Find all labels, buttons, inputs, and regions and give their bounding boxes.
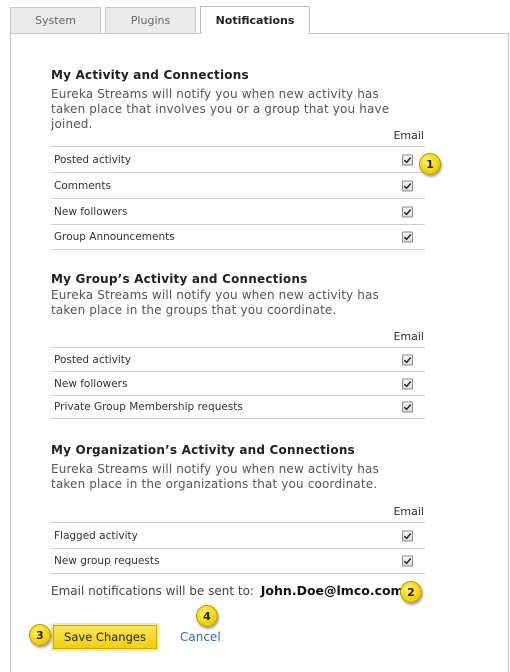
email-column-header: Email: [393, 129, 424, 142]
table-row: Comments: [51, 172, 425, 198]
save-changes-button[interactable]: Save Changes: [53, 625, 157, 649]
row-label: Private Group Membership requests: [54, 401, 243, 413]
callout-marker: 1: [419, 153, 441, 175]
section-description-org-activity: Eureka Streams will notify you when new …: [51, 462, 379, 491]
tab-plugins[interactable]: Plugins: [105, 7, 196, 33]
table-row: New group requests: [51, 548, 425, 574]
email-checkbox[interactable]: [402, 231, 413, 243]
email-column-header: Email: [393, 505, 424, 518]
email-checkbox[interactable]: [402, 378, 413, 389]
email-address: John.Doe@lmco.com: [260, 583, 404, 598]
section-title-my-activity: My Activity and Connections: [51, 68, 249, 82]
checkmark-icon: [403, 404, 412, 411]
email-checkbox[interactable]: [402, 180, 413, 191]
email-column-header: Email: [393, 330, 424, 343]
section-title-org-activity: My Organization’s Activity and Connectio…: [51, 443, 355, 457]
group-activity-table: Posted activity New followers Private Gr…: [51, 347, 425, 419]
email-checkbox[interactable]: [402, 401, 413, 413]
row-label: Comments: [54, 179, 111, 192]
checkmark-icon: [403, 156, 412, 163]
row-label: New followers: [54, 377, 128, 390]
row-label: Posted activity: [54, 353, 132, 366]
email-checkbox[interactable]: [402, 555, 413, 567]
tab-system[interactable]: System: [10, 7, 101, 33]
tab-notifications[interactable]: Notifications: [200, 6, 310, 34]
table-row: Private Group Membership requests: [51, 395, 425, 419]
row-label: Flagged activity: [54, 529, 138, 542]
row-label: Group Announcements: [54, 231, 175, 243]
checkmark-icon: [403, 208, 412, 215]
checkmark-icon: [403, 182, 412, 189]
row-label: New followers: [54, 205, 128, 218]
cancel-link[interactable]: Cancel: [180, 630, 221, 644]
table-row: Group Announcements: [51, 224, 425, 250]
section-title-group-activity: My Group’s Activity and Connections: [51, 272, 308, 286]
row-label: Posted activity: [54, 153, 132, 166]
table-row: Posted activity: [51, 347, 425, 371]
table-row: Flagged activity: [51, 522, 425, 548]
email-notice: Email notifications will be sent to: Joh…: [51, 583, 404, 598]
email-checkbox[interactable]: [402, 530, 413, 541]
row-label: New group requests: [54, 555, 160, 567]
table-row: New followers: [51, 371, 425, 395]
email-notice-text: Email notifications will be sent to:: [51, 584, 254, 598]
email-checkbox[interactable]: [402, 154, 413, 165]
callout-marker: 3: [29, 624, 51, 646]
checkmark-icon: [403, 558, 412, 565]
checkmark-icon: [403, 380, 412, 387]
org-activity-table: Flagged activity New group requests: [51, 522, 425, 574]
section-description-group-activity: Eureka Streams will notify you when new …: [51, 288, 379, 317]
checkmark-icon: [403, 356, 412, 363]
checkmark-icon: [403, 532, 412, 539]
email-checkbox[interactable]: [402, 354, 413, 365]
callout-marker: 2: [400, 581, 422, 603]
callout-marker: 4: [196, 605, 218, 627]
checkmark-icon: [403, 234, 412, 241]
table-row: Posted activity: [51, 146, 425, 172]
my-activity-table: Posted activity Comments New followers G…: [51, 146, 425, 250]
email-checkbox[interactable]: [402, 206, 413, 217]
table-row: New followers: [51, 198, 425, 224]
section-description-my-activity: Eureka Streams will notify you when new …: [51, 87, 390, 131]
